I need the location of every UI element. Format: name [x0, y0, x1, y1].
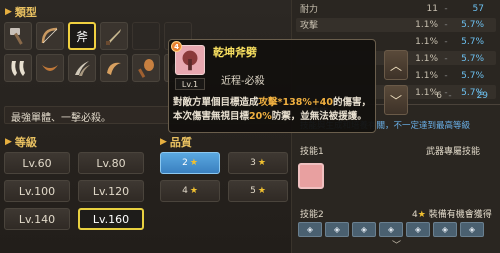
quality-button-3[interactable]: 3 ★ [228, 152, 288, 174]
skill2-icon[interactable]: ◈ [406, 222, 430, 237]
skill-description: 對敵方單個目標造成攻擊*138%+40的傷害，本次傷害無視目標20%防禦，並無法… [173, 97, 372, 122]
chevron-down-icon[interactable]: ﹀ [392, 238, 401, 251]
star-icon: ★ [257, 158, 266, 168]
stat-row: 耐力 11-57 [300, 3, 484, 16]
chevron-right-icon: ▶ [5, 7, 12, 17]
type-slot-bow[interactable] [36, 22, 64, 50]
boomerang-icon [42, 65, 58, 71]
type-slot-horn[interactable] [100, 54, 128, 82]
skill2-icon[interactable]: ◈ [460, 222, 484, 237]
level-section-title: ▶ 等級 [5, 136, 37, 149]
quality-button-5[interactable]: 5 ★ [228, 180, 288, 202]
chevron-up-icon: ︿ [389, 58, 402, 73]
skill2-icon[interactable]: ◈ [352, 222, 376, 237]
type-slot-dagger[interactable] [100, 22, 128, 50]
level-grid: Lv.60 Lv.80 Lv.100 Lv.120 Lv.140 Lv.160 [4, 152, 144, 230]
skill2-hint: 4★ 裝備有機會獲得 [412, 210, 492, 220]
skill1-icon[interactable] [298, 163, 324, 189]
type-slot-claws[interactable] [68, 54, 96, 82]
stat-row: 攻擊 1.1% -5.7% [300, 19, 484, 32]
quality-button-4[interactable]: 4 ★ [160, 180, 220, 202]
skill2-list: ◈ ◈ ◈ ◈ ◈ ◈ ◈ [298, 222, 484, 237]
skill-type: 近程-必殺 [221, 76, 265, 87]
skill2-icon[interactable]: ◈ [325, 222, 349, 237]
type-slot-hammer[interactable] [4, 22, 32, 50]
skill-quality-badge: 4 [171, 41, 182, 52]
type-slot-fang[interactable] [4, 54, 32, 82]
weapon-skill-label: 武器專屬技能 [426, 147, 481, 157]
type-slot-club[interactable] [132, 54, 160, 82]
skill2-label: 技能2 [300, 210, 324, 220]
bow-icon [41, 27, 58, 44]
weapon-type-grid: 斧 [4, 22, 192, 82]
level-button-100[interactable]: Lv.100 [4, 180, 70, 202]
scroll-up-button[interactable]: ︿ [384, 50, 408, 80]
type-section-title: ▶ 類型 [5, 6, 37, 19]
scroll-down-button[interactable]: ﹀ [384, 85, 408, 115]
hammer-icon [10, 28, 23, 45]
skill-level: Lv.1 [175, 78, 205, 90]
skill1-label: 技能1 [300, 147, 324, 157]
level-button-140[interactable]: Lv.140 [4, 208, 70, 230]
quality-section-title: ▶ 品質 [160, 136, 192, 149]
skill2-icon[interactable]: ◈ [433, 222, 457, 237]
skill2-icon[interactable]: ◈ [298, 222, 322, 237]
quality-button-2[interactable]: 2 ★ [160, 152, 220, 174]
type-slot-boomerang[interactable] [36, 54, 64, 82]
skill-tooltip: 4 Lv.1 乾坤斧劈 近程-必殺 對敵方單個目標造成攻擊*138%+40的傷害… [168, 39, 376, 133]
chevron-down-icon: ﹀ [389, 93, 402, 108]
chevron-right-icon: ▶ [5, 137, 12, 147]
star-icon: ★ [257, 186, 266, 196]
type-slot-axe[interactable]: 斧 [68, 22, 96, 50]
level-button-80[interactable]: Lv.80 [78, 152, 144, 174]
dagger-icon [106, 29, 121, 45]
level-button-160[interactable]: Lv.160 [78, 208, 144, 230]
skill2-icon[interactable]: ◈ [379, 222, 403, 237]
horn-icon [107, 62, 121, 75]
quality-grid: 2 ★ 3 ★ 4 ★ 5 ★ [160, 152, 288, 202]
chevron-right-icon: ▶ [160, 137, 167, 147]
star-icon: ★ [189, 186, 198, 196]
star-icon: ★ [189, 158, 198, 168]
club-icon [138, 59, 154, 78]
axe-icon: 斧 [75, 29, 88, 44]
stat-row: 6-29 [436, 90, 488, 101]
claws-icon [75, 61, 90, 76]
fang-icon [11, 61, 25, 76]
level-button-60[interactable]: Lv.60 [4, 152, 70, 174]
star-icon: ★ [417, 210, 426, 220]
type-slot-claw[interactable] [132, 22, 160, 50]
skill-name: 乾坤斧劈 [213, 46, 257, 59]
level-button-120[interactable]: Lv.120 [78, 180, 144, 202]
